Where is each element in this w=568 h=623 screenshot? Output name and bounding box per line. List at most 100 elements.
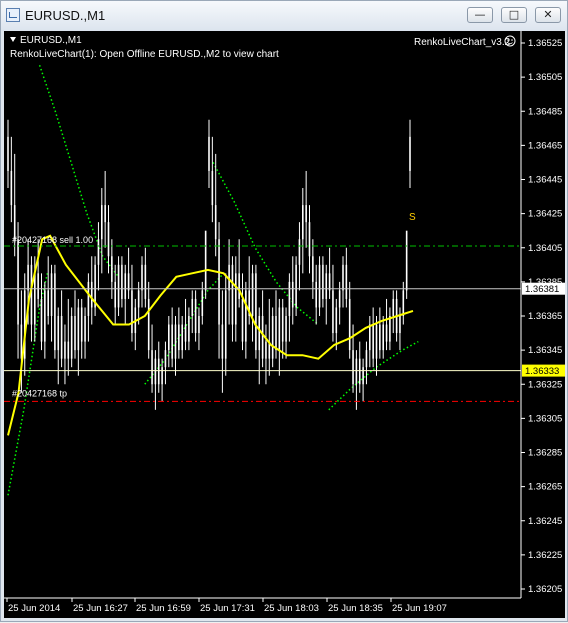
price-tick-label: 1.36305 xyxy=(528,413,562,424)
candle-body xyxy=(174,324,177,359)
candle-body xyxy=(17,239,19,325)
candle-body xyxy=(144,264,147,299)
chart-area[interactable]: EURUSD.,M1 RenkoLiveChart(1): Open Offli… xyxy=(4,31,565,618)
price-tick-label: 1.36405 xyxy=(528,243,562,254)
candle-body xyxy=(258,316,261,351)
candle-body xyxy=(194,298,197,334)
price-chart[interactable]: EURUSD.,M1 RenkoLiveChart(1): Open Offli… xyxy=(4,31,565,618)
candle-body xyxy=(60,316,63,359)
candle-body xyxy=(241,298,244,342)
candle-body xyxy=(322,264,324,299)
candle-body xyxy=(34,273,36,325)
price-tick-label: 1.36485 xyxy=(528,106,562,117)
candle-body xyxy=(87,281,90,316)
candle-body xyxy=(171,324,173,359)
level-price-text: 1.36333 xyxy=(525,366,559,377)
price-tick-label: 1.36325 xyxy=(528,379,562,390)
candle-body xyxy=(342,264,344,291)
candle-body xyxy=(161,367,163,385)
price-tick-label: 1.36525 xyxy=(528,38,562,49)
candle-body xyxy=(214,205,217,240)
candle-body xyxy=(107,222,110,257)
candle-body xyxy=(385,324,388,342)
candle-body xyxy=(208,136,210,171)
candle-body xyxy=(181,324,183,351)
restore-button[interactable]: □ xyxy=(501,7,527,23)
candle-body xyxy=(235,273,237,325)
candle-body xyxy=(325,273,328,299)
candle-body xyxy=(27,264,29,291)
candle-body xyxy=(54,273,56,351)
close-button[interactable]: ✕ xyxy=(535,7,561,23)
indicator-name: RenkoLiveChart_v3.2 xyxy=(414,37,511,48)
price-tick-label: 1.36465 xyxy=(528,140,562,151)
candle-body xyxy=(345,264,348,299)
candle-body xyxy=(255,273,257,351)
bid-price-text: 1.36381 xyxy=(525,284,559,295)
candle-body xyxy=(47,290,49,316)
candle-body xyxy=(40,298,43,342)
candle-body xyxy=(114,281,116,308)
candle-body xyxy=(44,290,46,342)
candle-body xyxy=(295,264,297,308)
candle-body xyxy=(198,316,200,334)
candle-body xyxy=(90,281,93,308)
candle-body xyxy=(111,256,113,282)
candle-body xyxy=(402,290,405,316)
candle-body xyxy=(298,239,301,265)
candle-body xyxy=(151,350,153,385)
chart-window: EURUSD.,M1 — □ ✕ EURUSD.,M1 RenkoLiveCha… xyxy=(0,0,568,622)
candle-body xyxy=(231,264,234,325)
candle-body xyxy=(74,316,76,351)
candle-body xyxy=(305,205,307,223)
candle-body xyxy=(191,298,194,316)
price-tick-label: 1.36225 xyxy=(528,550,562,561)
candle-body xyxy=(379,324,381,351)
price-tick-label: 1.36505 xyxy=(528,72,562,83)
time-tick-label: 25 Jun 2014 xyxy=(8,603,60,614)
candle-body xyxy=(352,350,354,385)
candle-body xyxy=(358,358,361,385)
candle-body xyxy=(154,358,157,385)
candle-body xyxy=(77,307,80,351)
candle-body xyxy=(265,341,267,359)
candle-body xyxy=(362,367,364,385)
candle-body xyxy=(382,324,384,351)
candle-body xyxy=(392,298,395,316)
sell-signal-marker: S xyxy=(409,212,416,223)
take-profit-label: #20427168 tp xyxy=(12,388,67,398)
candle-body xyxy=(104,205,106,223)
candle-body xyxy=(178,324,180,351)
bid-price-tag: 1.36381 xyxy=(522,282,565,295)
candle-body xyxy=(184,324,187,342)
candle-body xyxy=(84,316,86,342)
candle-body xyxy=(355,358,358,385)
minimize-button[interactable]: — xyxy=(467,7,493,23)
candle-body xyxy=(117,264,120,308)
candle-body xyxy=(131,290,133,334)
candle-body xyxy=(124,273,127,299)
price-tick-label: 1.36205 xyxy=(528,584,562,595)
candle-body xyxy=(97,239,100,265)
candle-body xyxy=(372,324,374,359)
price-tick-label: 1.36445 xyxy=(528,175,562,186)
candle-body xyxy=(261,316,264,359)
candle-body xyxy=(10,170,13,206)
candle-body xyxy=(137,290,140,308)
candle-body xyxy=(291,281,294,308)
price-tick-label: 1.36365 xyxy=(528,311,562,322)
candle-body xyxy=(101,205,103,240)
title-bar[interactable]: EURUSD.,M1 — □ ✕ xyxy=(1,1,567,31)
time-tick-label: 25 Jun 17:31 xyxy=(200,603,255,614)
candle-body xyxy=(245,290,247,342)
candle-body xyxy=(308,222,311,257)
candle-body xyxy=(7,136,9,171)
price-tick-label: 1.36265 xyxy=(528,482,562,493)
candle-body xyxy=(409,136,411,171)
level-price-tag: 1.36333 xyxy=(522,364,565,377)
price-tick-label: 1.36425 xyxy=(528,209,562,220)
candle-body xyxy=(271,316,274,359)
candle-body xyxy=(64,341,66,359)
candle-body xyxy=(67,341,70,359)
candle-body xyxy=(204,230,207,291)
